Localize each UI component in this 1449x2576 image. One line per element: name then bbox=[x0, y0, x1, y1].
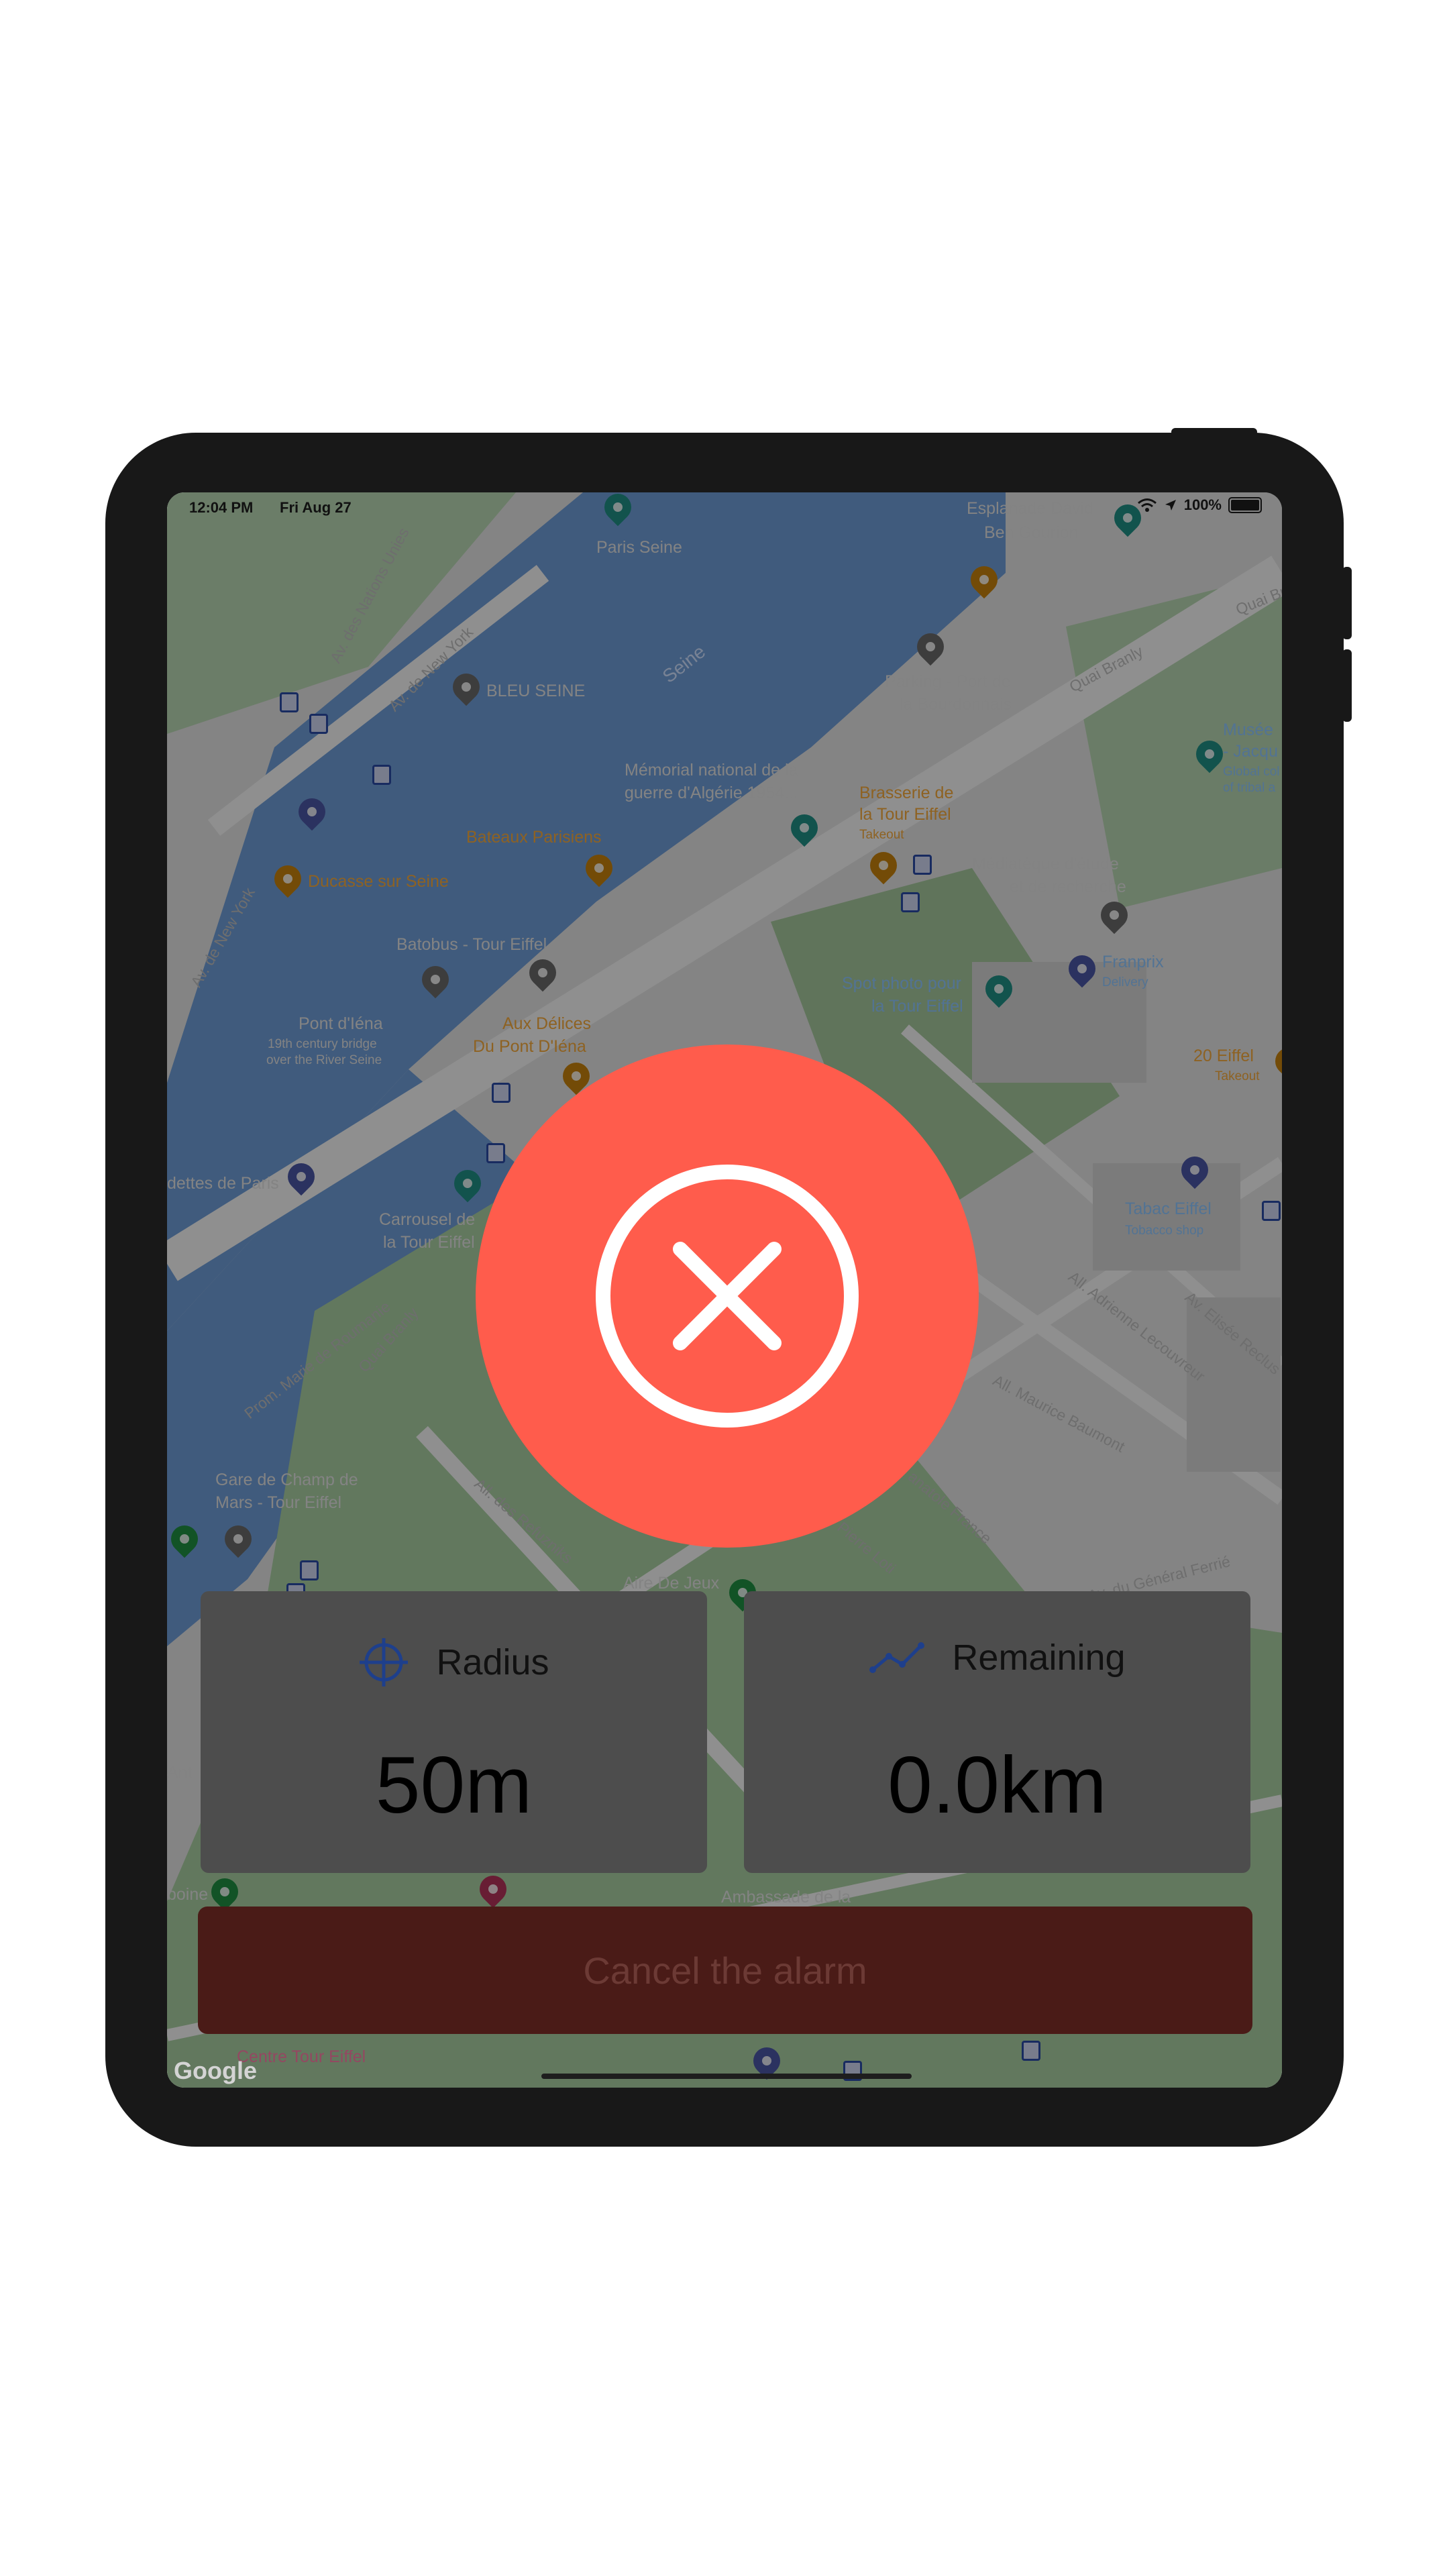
radius-value: 50m bbox=[375, 1740, 533, 1830]
crosshair-icon bbox=[360, 1638, 409, 1686]
remaining-value: 0.0km bbox=[888, 1740, 1107, 1830]
battery-percent: 100% bbox=[1183, 496, 1222, 513]
volume-down-button bbox=[1342, 649, 1352, 722]
status-date: Fri Aug 27 bbox=[280, 499, 352, 516]
google-attribution[interactable]: Google bbox=[174, 2057, 257, 2085]
radius-card: Radius 50m bbox=[201, 1591, 707, 1873]
remaining-label: Remaining bbox=[952, 1638, 1126, 1678]
trend-line-icon bbox=[869, 1642, 925, 1673]
wifi-icon bbox=[1137, 498, 1157, 512]
remaining-card: Remaining 0.0km bbox=[744, 1591, 1250, 1873]
close-circle-icon bbox=[596, 1165, 859, 1428]
status-time: 12:04 PM bbox=[189, 499, 254, 516]
screen: Paris Seine Esplanade David Ben Gourion … bbox=[167, 492, 1282, 2088]
home-indicator[interactable] bbox=[541, 2074, 912, 2079]
volume-up-button bbox=[1342, 567, 1352, 639]
radius-label: Radius bbox=[436, 1642, 549, 1682]
battery-icon bbox=[1228, 497, 1262, 513]
location-arrow-icon bbox=[1165, 500, 1176, 511]
status-indicators: 100% bbox=[1137, 496, 1262, 514]
cancel-alarm-button[interactable]: Cancel the alarm bbox=[198, 1907, 1252, 2034]
cancel-alarm-circle-button[interactable] bbox=[476, 1044, 979, 1548]
